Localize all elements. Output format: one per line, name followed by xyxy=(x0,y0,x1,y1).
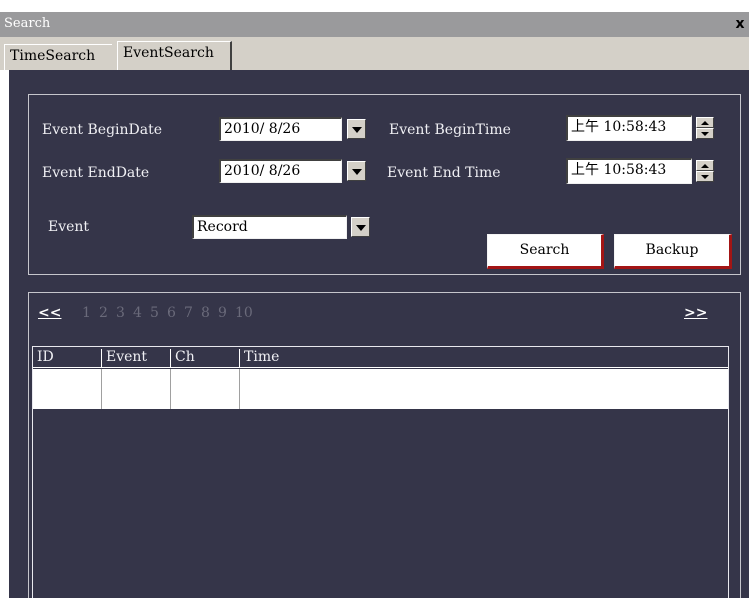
column-header-ch[interactable]: Ch xyxy=(170,349,239,367)
table-cell xyxy=(101,369,170,409)
begin-time-spinner[interactable] xyxy=(696,117,714,139)
page-link[interactable]: 5 xyxy=(150,305,159,321)
dropdown-arrow-icon[interactable] xyxy=(347,161,366,181)
tab-event-search[interactable]: EventSearch xyxy=(117,41,232,70)
table-cell xyxy=(239,369,728,409)
page-link[interactable]: 4 xyxy=(133,305,142,321)
next-page-link[interactable]: >> xyxy=(684,305,707,321)
window-title: Search xyxy=(4,16,51,31)
spin-up-icon[interactable] xyxy=(696,117,714,128)
results-table: ID Event Ch Time xyxy=(32,346,729,598)
column-header-time[interactable]: Time xyxy=(239,349,728,367)
page-link[interactable]: 2 xyxy=(99,305,108,321)
pager: << 1 2 3 4 5 6 7 8 9 10 >> xyxy=(38,305,718,325)
end-time-spinner[interactable] xyxy=(696,160,714,182)
event-label: Event xyxy=(48,219,90,235)
spin-down-icon[interactable] xyxy=(696,171,714,182)
page-link[interactable]: 3 xyxy=(116,305,125,321)
page-link[interactable]: 7 xyxy=(184,305,193,321)
column-header-event[interactable]: Event xyxy=(101,349,170,367)
event-type-select[interactable]: Record xyxy=(192,215,347,239)
begin-date-field[interactable]: 2010/ 8/26 xyxy=(219,117,342,141)
dropdown-arrow-icon[interactable] xyxy=(347,119,366,139)
end-date-field[interactable]: 2010/ 8/26 xyxy=(219,159,342,183)
end-date-label: Event EndDate xyxy=(42,165,150,181)
page-link[interactable]: 1 xyxy=(82,305,91,321)
spin-down-icon[interactable] xyxy=(696,128,714,139)
page-link[interactable]: 8 xyxy=(201,305,210,321)
tab-time-search[interactable]: TimeSearch xyxy=(4,44,112,70)
table-cell xyxy=(170,369,239,409)
begin-date-label: Event BeginDate xyxy=(42,122,163,138)
begin-time-field[interactable]: 上午 10:58:43 xyxy=(566,115,692,141)
end-time-field[interactable]: 上午 10:58:43 xyxy=(566,158,692,184)
close-icon[interactable]: x xyxy=(732,16,748,32)
title-bar: Search x xyxy=(0,12,749,37)
prev-page-link[interactable]: << xyxy=(38,305,61,321)
end-time-label: Event End Time xyxy=(387,165,501,181)
page-link[interactable]: 9 xyxy=(218,305,227,321)
begin-time-label: Event BeginTime xyxy=(389,122,511,138)
page-link[interactable]: 6 xyxy=(167,305,176,321)
dropdown-arrow-icon[interactable] xyxy=(351,217,370,237)
search-button[interactable]: Search xyxy=(487,234,604,269)
table-row[interactable] xyxy=(33,369,728,409)
page-link[interactable]: 10 xyxy=(235,305,253,321)
tab-strip: TimeSearch EventSearch xyxy=(0,37,749,70)
column-header-id[interactable]: ID xyxy=(33,349,101,367)
spin-up-icon[interactable] xyxy=(696,160,714,171)
backup-button[interactable]: Backup xyxy=(614,234,732,269)
table-header: ID Event Ch Time xyxy=(33,347,728,368)
